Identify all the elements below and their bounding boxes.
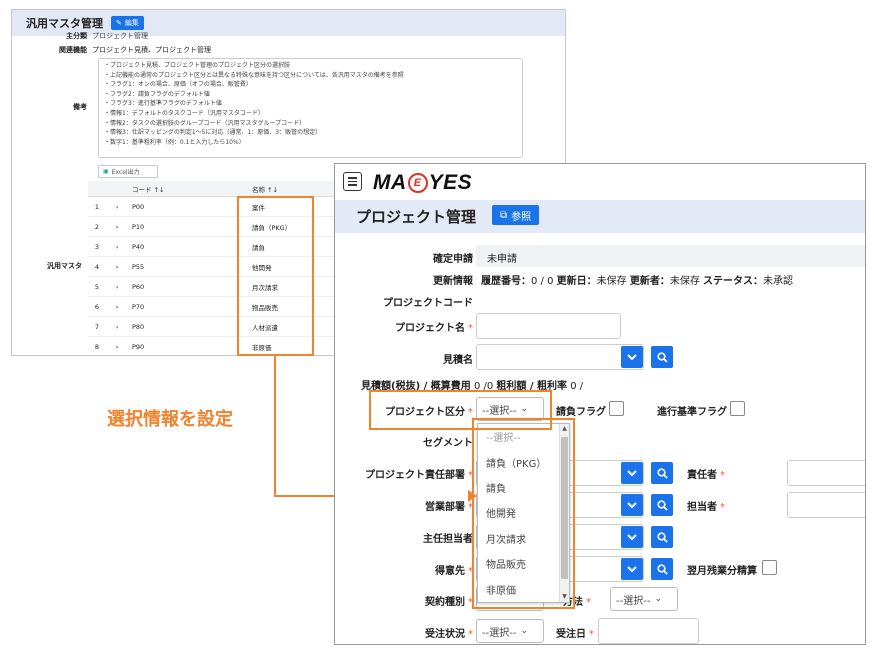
master-title: 汎用マスタ管理 bbox=[26, 17, 103, 30]
person-label: 担当者 * bbox=[687, 502, 725, 513]
excel-icon: ▣ bbox=[103, 168, 109, 175]
segment-label: セグメント bbox=[423, 438, 473, 449]
order-date-label: 受注日 * bbox=[556, 629, 594, 640]
project-name-input[interactable] bbox=[476, 313, 621, 339]
notes-textarea[interactable]: ・プロジェクト見積、プロジェクト管理のプロジェクト区分の選択肢 ・上記機能の通常… bbox=[98, 58, 523, 158]
order-date-input[interactable] bbox=[598, 618, 699, 644]
excel-label: Excel出力 bbox=[111, 169, 140, 176]
connector-line bbox=[274, 356, 276, 497]
manager-label: 責任者 * bbox=[687, 470, 725, 481]
note-line: ・フラグ1：オンの場合、原価（オフの場合、販管費） bbox=[104, 81, 252, 89]
search-icon[interactable] bbox=[651, 346, 673, 368]
confirm-value: 未申請 bbox=[487, 254, 517, 265]
reference-label: 参照 bbox=[511, 211, 532, 223]
note-line: ・フラグ2：請負フラグのデフォルト値 bbox=[104, 90, 210, 98]
excel-export-button[interactable]: ▣ Excel出力 bbox=[98, 165, 158, 178]
chevron-down-icon: ⌄ bbox=[654, 594, 662, 604]
edit-button[interactable]: ✎ 編集 bbox=[111, 16, 144, 30]
note-line: ・情報3：仕訳マッピングの判定1～5に対応（通常、1：原価、3：販管の想定） bbox=[104, 129, 322, 137]
chevron-down-icon[interactable] bbox=[621, 494, 643, 516]
billing-select[interactable]: --選択-- ⌄ bbox=[610, 587, 678, 611]
client-label: 得意先 * bbox=[435, 566, 473, 577]
partial-value: プロジェクト管理 bbox=[92, 32, 148, 40]
next-month-checkbox[interactable] bbox=[762, 560, 777, 575]
note-line: ・プロジェクト見積、プロジェクト管理のプロジェクト区分の選択肢 bbox=[104, 62, 291, 69]
chevron-down-icon[interactable] bbox=[621, 346, 643, 368]
expand-icon[interactable]: › bbox=[106, 323, 128, 331]
expand-icon[interactable]: › bbox=[106, 203, 128, 211]
column-code[interactable]: コード ↑↓ bbox=[128, 184, 248, 194]
chevron-down-icon: ⌄ bbox=[520, 626, 528, 636]
manager-input[interactable] bbox=[787, 460, 865, 486]
person-input[interactable] bbox=[787, 492, 865, 518]
order-status-label: 受注状況 * bbox=[425, 629, 473, 640]
update-label: 更新情報 bbox=[433, 276, 473, 287]
contract-type-label: 契約種別 * bbox=[425, 597, 473, 608]
page-title: プロジェクト管理 bbox=[356, 208, 477, 226]
note-line: ・数字1：基準粗利率（例：0.1と入力したら10%） bbox=[104, 138, 245, 146]
menu-icon[interactable] bbox=[343, 172, 362, 191]
progress-flag-label: 進行基準フラグ bbox=[657, 407, 727, 418]
expand-icon[interactable]: › bbox=[106, 243, 128, 251]
chevron-down-icon[interactable] bbox=[621, 558, 643, 580]
related-value: プロジェクト見積、プロジェクト管理 bbox=[92, 46, 211, 54]
confirm-label: 確定申請 bbox=[433, 254, 473, 265]
sales-dept-label: 営業部署 * bbox=[425, 502, 473, 513]
expand-icon[interactable]: › bbox=[106, 283, 128, 291]
contract-flag-label: 請負フラグ bbox=[556, 407, 606, 418]
highlight-names-box bbox=[237, 196, 314, 356]
note-line: ・情報2：タスクの選択肢のグループコード（汎用マスタグループコード） bbox=[104, 119, 306, 127]
master-label: 汎用マスタ bbox=[47, 262, 82, 270]
related-label: 関連機能 bbox=[59, 46, 87, 54]
chevron-down-icon[interactable] bbox=[621, 526, 643, 548]
estimate-label: 見積名 bbox=[443, 355, 473, 366]
annotation-text: 選択情報を設定 bbox=[107, 409, 233, 430]
pencil-icon: ✎ bbox=[116, 19, 122, 27]
search-icon[interactable] bbox=[651, 494, 673, 516]
next-month-label: 翌月残業分精算 bbox=[687, 566, 757, 577]
chevron-down-icon[interactable] bbox=[621, 462, 643, 484]
confirm-bg bbox=[476, 245, 865, 267]
project-code-label: プロジェクトコード bbox=[383, 298, 473, 309]
expand-icon[interactable]: › bbox=[106, 303, 128, 311]
column-name[interactable]: 名称 ↑↓ bbox=[248, 184, 348, 194]
notes-label: 備考 bbox=[73, 103, 87, 111]
search-icon[interactable] bbox=[651, 462, 673, 484]
note-line: ・フラグ3：進行基準フラグのデフォルト値 bbox=[104, 100, 222, 108]
partial-label: 主分類 bbox=[66, 32, 87, 40]
search-icon[interactable] bbox=[651, 558, 673, 580]
main-person-label: 主任担当者 bbox=[423, 534, 473, 545]
update-value: 履歴番号：0 / 0 更新日：未保存 更新者：未保存 ステータス：未承認 bbox=[481, 276, 794, 287]
highlight-dropdown-box bbox=[472, 418, 575, 609]
arrow-head-icon bbox=[468, 490, 477, 502]
contract-flag-checkbox[interactable] bbox=[609, 401, 624, 416]
expand-icon[interactable]: › bbox=[106, 343, 128, 351]
order-status-select[interactable]: --選択-- ⌄ bbox=[476, 619, 544, 643]
estimate-input[interactable] bbox=[476, 344, 644, 370]
reference-button[interactable]: ⧉ 参照 bbox=[492, 205, 540, 225]
dept-label: プロジェクト責任部署 * bbox=[365, 470, 473, 481]
expand-icon[interactable]: › bbox=[106, 263, 128, 271]
note-line: ・上記機能の通常のプロジェクト区分とは異なる特殊な意味を持つ区分については、各汎… bbox=[104, 71, 404, 79]
project-name-label: プロジェクト名 * bbox=[395, 323, 473, 334]
external-link-icon: ⧉ bbox=[500, 209, 508, 221]
search-icon[interactable] bbox=[651, 526, 673, 548]
expand-icon[interactable]: › bbox=[106, 223, 128, 231]
note-line: ・情報1：デフォルトのタスクコード（汎用マスタコード） bbox=[104, 109, 264, 117]
progress-flag-checkbox[interactable] bbox=[730, 401, 745, 416]
edit-label: 編集 bbox=[124, 19, 139, 27]
title-bar: プロジェクト管理 ⧉ 参照 bbox=[335, 200, 865, 233]
logo: MA E YES bbox=[373, 171, 473, 194]
